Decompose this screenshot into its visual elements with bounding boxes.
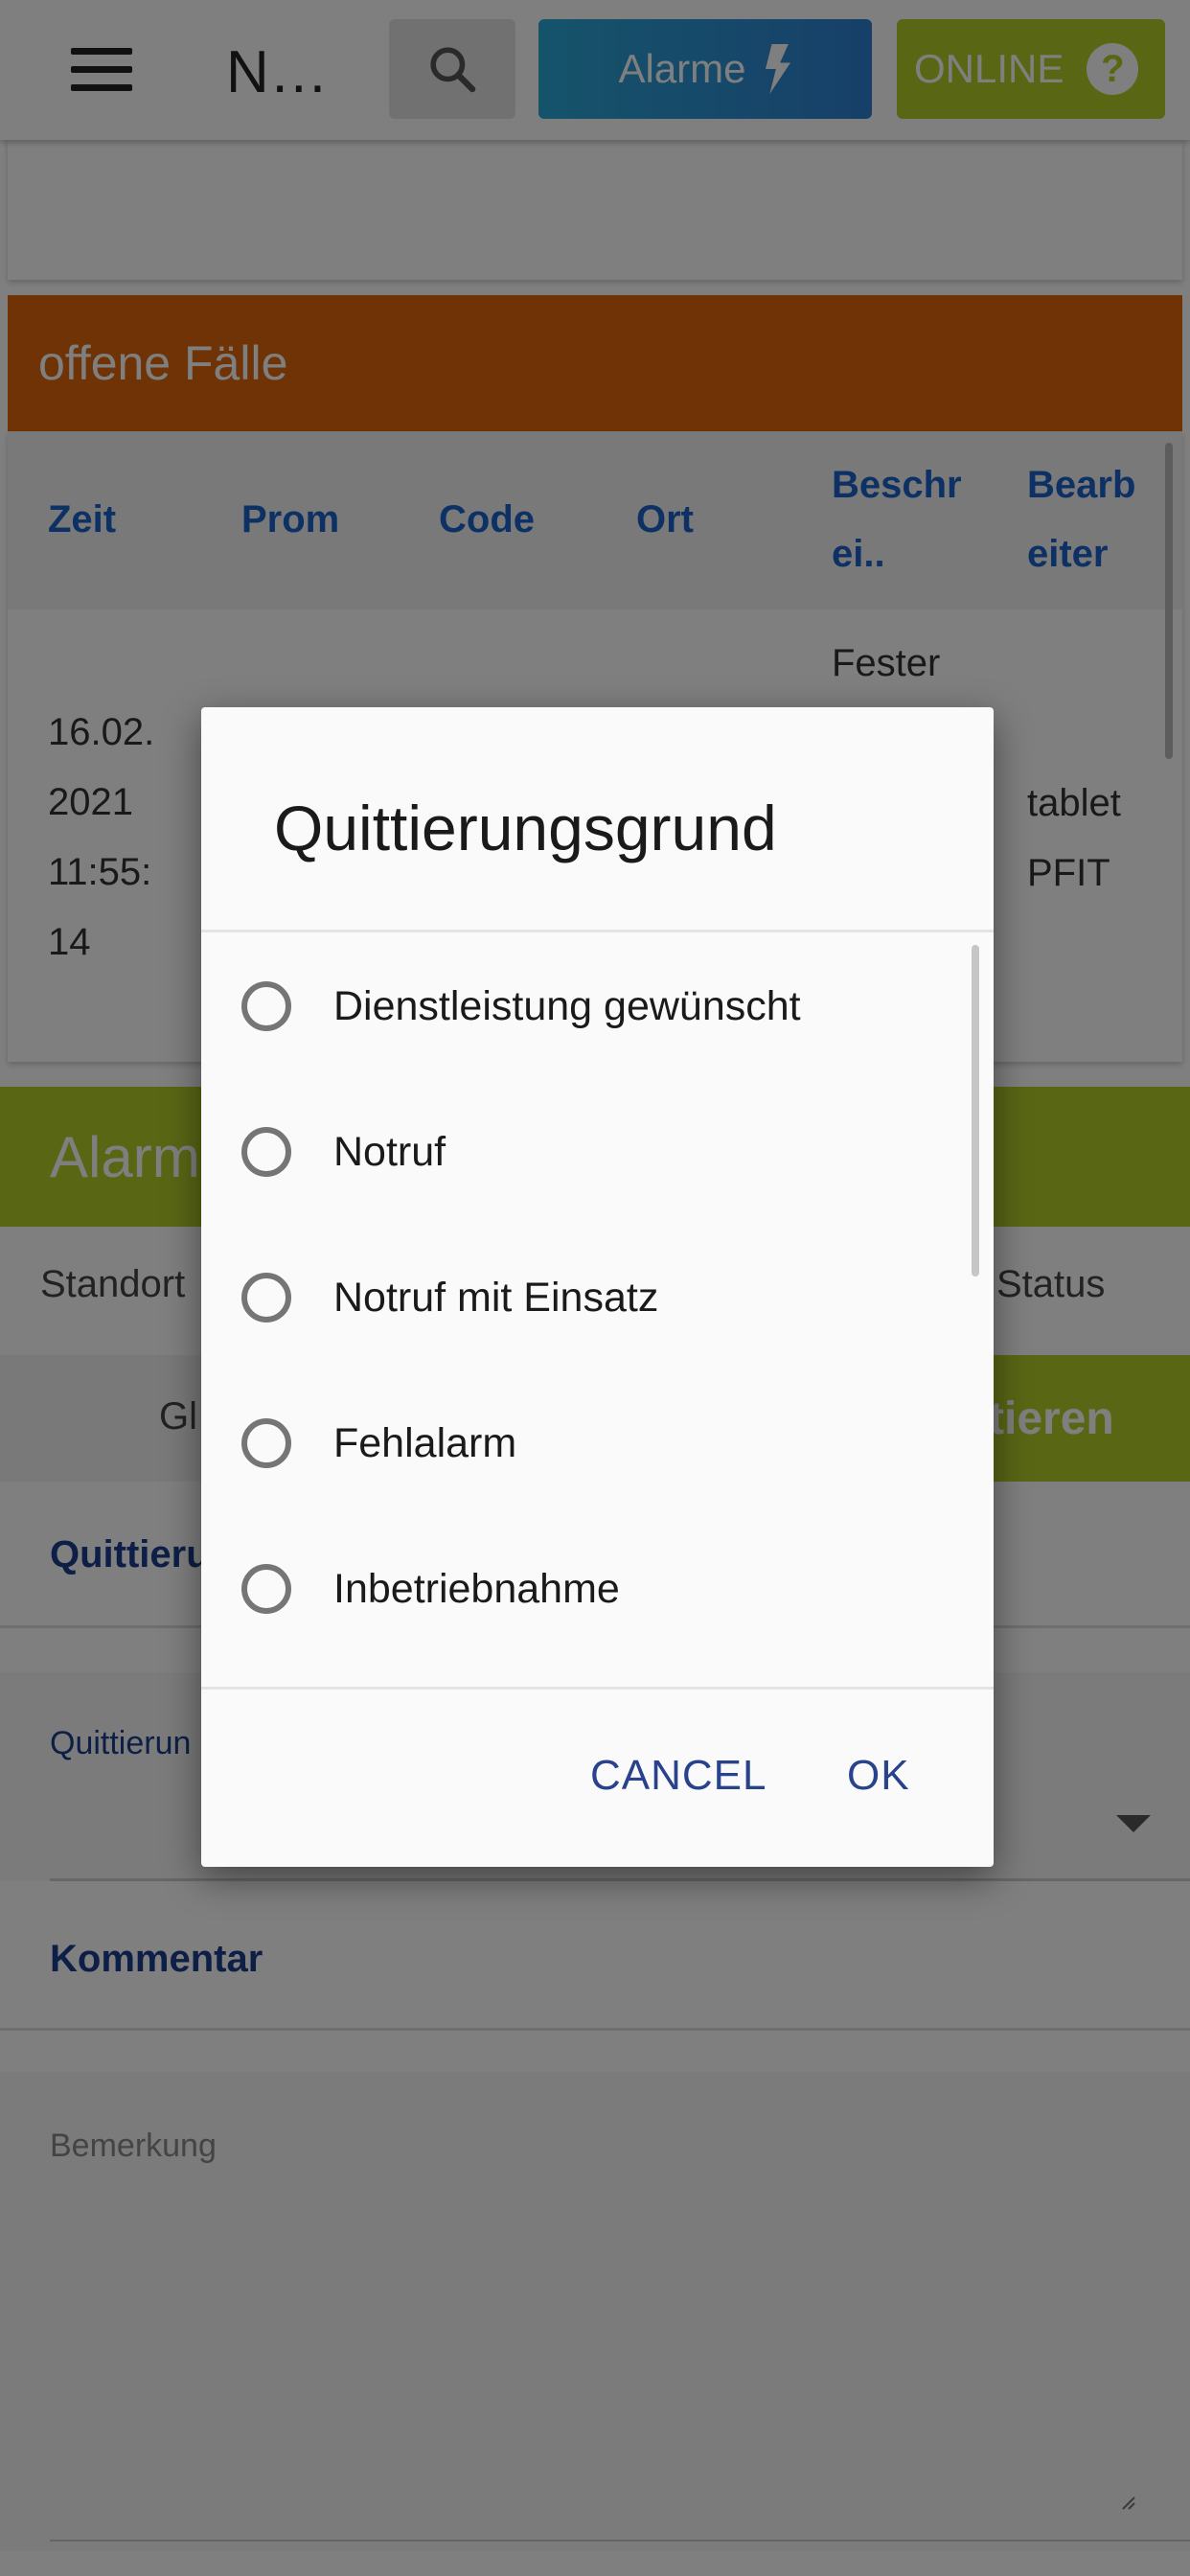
option-notruf[interactable]: Notruf <box>201 1079 958 1225</box>
dialog-divider-top <box>201 930 994 932</box>
option-label: Notruf <box>333 1128 446 1175</box>
radio-button[interactable] <box>241 1418 291 1468</box>
option-label: Dienstleistung gewünscht <box>333 982 801 1029</box>
option-dienstleistung-gewuenscht[interactable]: Dienstleistung gewünscht <box>201 933 958 1079</box>
option-label: Notruf mit Einsatz <box>333 1274 659 1321</box>
option-notruf-mit-einsatz[interactable]: Notruf mit Einsatz <box>201 1225 958 1370</box>
dialog-divider-bottom <box>201 1687 994 1690</box>
ok-button[interactable]: OK <box>847 1752 910 1800</box>
radio-button[interactable] <box>241 1127 291 1177</box>
option-label: Fehlalarm <box>333 1419 517 1466</box>
radio-button[interactable] <box>241 981 291 1031</box>
radio-button[interactable] <box>241 1564 291 1614</box>
option-fehlalarm[interactable]: Fehlalarm <box>201 1370 958 1516</box>
dialog-title: Quittierungsgrund <box>274 793 777 863</box>
option-label: Inbetriebnahme <box>333 1565 620 1612</box>
dialog-scrollbar[interactable] <box>972 945 979 1276</box>
cancel-button[interactable]: CANCEL <box>590 1752 767 1800</box>
radio-button[interactable] <box>241 1273 291 1322</box>
option-inbetriebnahme[interactable]: Inbetriebnahme <box>201 1516 958 1662</box>
quittierungsgrund-dialog: Quittierungsgrund Dienstleistung gewünsc… <box>201 707 994 1867</box>
